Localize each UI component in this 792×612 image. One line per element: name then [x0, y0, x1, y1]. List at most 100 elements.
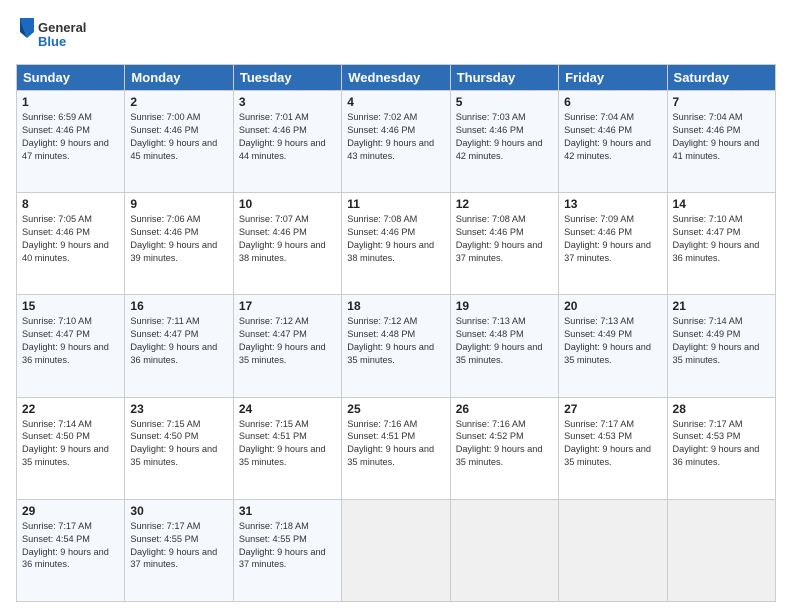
day-cell-9: 9 Sunrise: 7:06 AMSunset: 4:46 PMDayligh… [125, 193, 233, 295]
weekday-header-row: Sunday Monday Tuesday Wednesday Thursday… [17, 65, 776, 91]
day-cell-15: 15 Sunrise: 7:10 AMSunset: 4:47 PMDaylig… [17, 295, 125, 397]
day-info: Sunrise: 7:04 AMSunset: 4:46 PMDaylight:… [673, 111, 770, 163]
day-number: 5 [456, 95, 553, 109]
day-cell-2: 2 Sunrise: 7:00 AMSunset: 4:46 PMDayligh… [125, 91, 233, 193]
day-cell-26: 26 Sunrise: 7:16 AMSunset: 4:52 PMDaylig… [450, 397, 558, 499]
day-info: Sunrise: 7:10 AMSunset: 4:47 PMDaylight:… [22, 315, 119, 367]
day-number: 26 [456, 402, 553, 416]
day-number: 12 [456, 197, 553, 211]
logo: General Blue [16, 16, 86, 54]
day-info: Sunrise: 7:17 AMSunset: 4:55 PMDaylight:… [130, 520, 227, 572]
empty-cell [667, 499, 775, 601]
day-info: Sunrise: 7:06 AMSunset: 4:46 PMDaylight:… [130, 213, 227, 265]
day-info: Sunrise: 7:17 AMSunset: 4:53 PMDaylight:… [564, 418, 661, 470]
day-info: Sunrise: 7:07 AMSunset: 4:46 PMDaylight:… [239, 213, 336, 265]
day-info: Sunrise: 7:16 AMSunset: 4:52 PMDaylight:… [456, 418, 553, 470]
day-info: Sunrise: 7:15 AMSunset: 4:50 PMDaylight:… [130, 418, 227, 470]
day-cell-21: 21 Sunrise: 7:14 AMSunset: 4:49 PMDaylig… [667, 295, 775, 397]
day-number: 11 [347, 197, 444, 211]
day-cell-7: 7 Sunrise: 7:04 AMSunset: 4:46 PMDayligh… [667, 91, 775, 193]
header-monday: Monday [125, 65, 233, 91]
day-info: Sunrise: 7:00 AMSunset: 4:46 PMDaylight:… [130, 111, 227, 163]
day-cell-23: 23 Sunrise: 7:15 AMSunset: 4:50 PMDaylig… [125, 397, 233, 499]
day-info: Sunrise: 7:09 AMSunset: 4:46 PMDaylight:… [564, 213, 661, 265]
day-cell-3: 3 Sunrise: 7:01 AMSunset: 4:46 PMDayligh… [233, 91, 341, 193]
day-number: 15 [22, 299, 119, 313]
header-tuesday: Tuesday [233, 65, 341, 91]
day-info: Sunrise: 7:05 AMSunset: 4:46 PMDaylight:… [22, 213, 119, 265]
day-number: 13 [564, 197, 661, 211]
day-number: 8 [22, 197, 119, 211]
day-cell-12: 12 Sunrise: 7:08 AMSunset: 4:46 PMDaylig… [450, 193, 558, 295]
day-number: 6 [564, 95, 661, 109]
day-number: 18 [347, 299, 444, 313]
header-wednesday: Wednesday [342, 65, 450, 91]
week-row-3: 15 Sunrise: 7:10 AMSunset: 4:47 PMDaylig… [17, 295, 776, 397]
day-info: Sunrise: 7:16 AMSunset: 4:51 PMDaylight:… [347, 418, 444, 470]
svg-text:General: General [38, 20, 86, 35]
day-cell-11: 11 Sunrise: 7:08 AMSunset: 4:46 PMDaylig… [342, 193, 450, 295]
day-number: 22 [22, 402, 119, 416]
svg-text:Blue: Blue [38, 34, 66, 49]
day-info: Sunrise: 7:01 AMSunset: 4:46 PMDaylight:… [239, 111, 336, 163]
day-number: 23 [130, 402, 227, 416]
week-row-5: 29 Sunrise: 7:17 AMSunset: 4:54 PMDaylig… [17, 499, 776, 601]
day-number: 9 [130, 197, 227, 211]
day-info: Sunrise: 7:08 AMSunset: 4:46 PMDaylight:… [347, 213, 444, 265]
day-cell-16: 16 Sunrise: 7:11 AMSunset: 4:47 PMDaylig… [125, 295, 233, 397]
header-sunday: Sunday [17, 65, 125, 91]
day-number: 1 [22, 95, 119, 109]
day-cell-19: 19 Sunrise: 7:13 AMSunset: 4:48 PMDaylig… [450, 295, 558, 397]
day-number: 16 [130, 299, 227, 313]
day-number: 24 [239, 402, 336, 416]
day-number: 28 [673, 402, 770, 416]
day-cell-10: 10 Sunrise: 7:07 AMSunset: 4:46 PMDaylig… [233, 193, 341, 295]
day-number: 27 [564, 402, 661, 416]
day-cell-28: 28 Sunrise: 7:17 AMSunset: 4:53 PMDaylig… [667, 397, 775, 499]
day-info: Sunrise: 7:12 AMSunset: 4:47 PMDaylight:… [239, 315, 336, 367]
day-info: Sunrise: 7:15 AMSunset: 4:51 PMDaylight:… [239, 418, 336, 470]
day-cell-24: 24 Sunrise: 7:15 AMSunset: 4:51 PMDaylig… [233, 397, 341, 499]
day-cell-27: 27 Sunrise: 7:17 AMSunset: 4:53 PMDaylig… [559, 397, 667, 499]
day-cell-17: 17 Sunrise: 7:12 AMSunset: 4:47 PMDaylig… [233, 295, 341, 397]
day-info: Sunrise: 7:17 AMSunset: 4:54 PMDaylight:… [22, 520, 119, 572]
day-info: Sunrise: 7:13 AMSunset: 4:49 PMDaylight:… [564, 315, 661, 367]
day-info: Sunrise: 7:13 AMSunset: 4:48 PMDaylight:… [456, 315, 553, 367]
calendar-table: Sunday Monday Tuesday Wednesday Thursday… [16, 64, 776, 602]
page: General Blue Sunday Monday Tuesday Wedne… [0, 0, 792, 612]
day-cell-6: 6 Sunrise: 7:04 AMSunset: 4:46 PMDayligh… [559, 91, 667, 193]
day-cell-25: 25 Sunrise: 7:16 AMSunset: 4:51 PMDaylig… [342, 397, 450, 499]
header: General Blue [16, 16, 776, 54]
day-cell-22: 22 Sunrise: 7:14 AMSunset: 4:50 PMDaylig… [17, 397, 125, 499]
header-saturday: Saturday [667, 65, 775, 91]
header-friday: Friday [559, 65, 667, 91]
day-cell-18: 18 Sunrise: 7:12 AMSunset: 4:48 PMDaylig… [342, 295, 450, 397]
day-cell-14: 14 Sunrise: 7:10 AMSunset: 4:47 PMDaylig… [667, 193, 775, 295]
day-info: Sunrise: 7:14 AMSunset: 4:50 PMDaylight:… [22, 418, 119, 470]
day-info: Sunrise: 7:02 AMSunset: 4:46 PMDaylight:… [347, 111, 444, 163]
header-thursday: Thursday [450, 65, 558, 91]
week-row-1: 1 Sunrise: 6:59 AMSunset: 4:46 PMDayligh… [17, 91, 776, 193]
day-cell-8: 8 Sunrise: 7:05 AMSunset: 4:46 PMDayligh… [17, 193, 125, 295]
day-number: 14 [673, 197, 770, 211]
day-cell-4: 4 Sunrise: 7:02 AMSunset: 4:46 PMDayligh… [342, 91, 450, 193]
day-info: Sunrise: 7:04 AMSunset: 4:46 PMDaylight:… [564, 111, 661, 163]
day-info: Sunrise: 7:10 AMSunset: 4:47 PMDaylight:… [673, 213, 770, 265]
day-number: 2 [130, 95, 227, 109]
day-info: Sunrise: 7:17 AMSunset: 4:53 PMDaylight:… [673, 418, 770, 470]
day-info: Sunrise: 7:18 AMSunset: 4:55 PMDaylight:… [239, 520, 336, 572]
day-number: 10 [239, 197, 336, 211]
day-cell-30: 30 Sunrise: 7:17 AMSunset: 4:55 PMDaylig… [125, 499, 233, 601]
day-cell-13: 13 Sunrise: 7:09 AMSunset: 4:46 PMDaylig… [559, 193, 667, 295]
day-info: Sunrise: 7:08 AMSunset: 4:46 PMDaylight:… [456, 213, 553, 265]
day-cell-1: 1 Sunrise: 6:59 AMSunset: 4:46 PMDayligh… [17, 91, 125, 193]
day-number: 30 [130, 504, 227, 518]
day-info: Sunrise: 6:59 AMSunset: 4:46 PMDaylight:… [22, 111, 119, 163]
day-info: Sunrise: 7:11 AMSunset: 4:47 PMDaylight:… [130, 315, 227, 367]
empty-cell [342, 499, 450, 601]
day-number: 29 [22, 504, 119, 518]
week-row-2: 8 Sunrise: 7:05 AMSunset: 4:46 PMDayligh… [17, 193, 776, 295]
day-number: 31 [239, 504, 336, 518]
day-number: 3 [239, 95, 336, 109]
logo-svg: General Blue [16, 16, 86, 54]
